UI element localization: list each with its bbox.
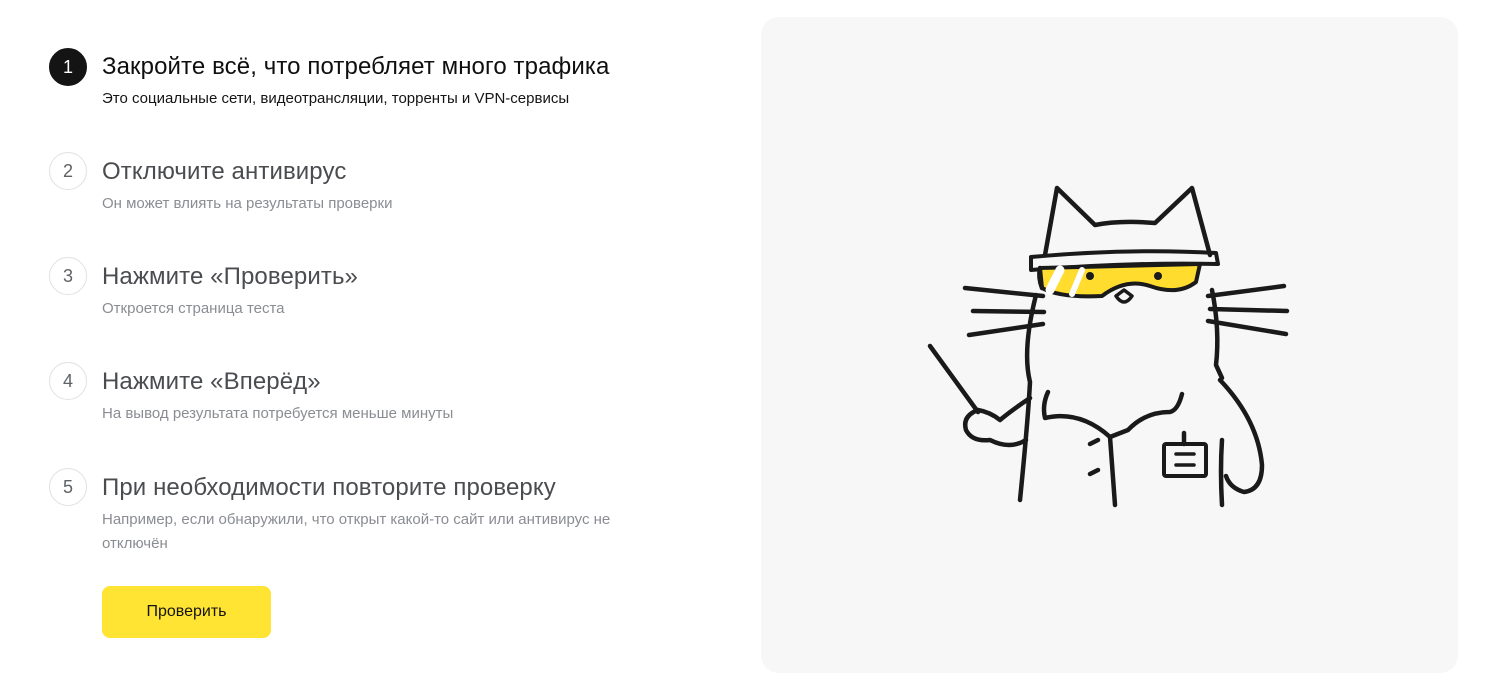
illustration-panel bbox=[761, 17, 1458, 673]
step-title: Нажмите «Проверить» bbox=[102, 263, 358, 290]
step-number-badge: 3 bbox=[49, 257, 87, 295]
step-description: На вывод результата потребуется меньше м… bbox=[102, 405, 454, 422]
step-description: Например, если обнаружили, что открыт ка… bbox=[102, 511, 611, 552]
step-3: 3 Нажмите «Проверить» Откроется страница… bbox=[48, 255, 742, 321]
step-description: Это социальные сети, видеотрансляции, то… bbox=[102, 90, 570, 107]
step-2: 2 Отключите антивирус Он может влиять на… bbox=[48, 150, 742, 216]
step-description: Откроется страница теста bbox=[102, 300, 285, 317]
step-4: 4 Нажмите «Вперёд» На вывод результата п… bbox=[48, 360, 742, 426]
step-title: Отключите антивирус bbox=[102, 158, 347, 185]
step-5: 5 При необходимости повторите проверку Н… bbox=[48, 466, 742, 556]
step-1: 1 Закройте всё, что потребляет много тра… bbox=[48, 46, 742, 111]
check-button[interactable]: Проверить bbox=[102, 586, 271, 638]
step-description: Он может влиять на результаты проверки bbox=[102, 195, 393, 212]
cat-scientist-illustration bbox=[927, 185, 1290, 508]
step-title: Нажмите «Вперёд» bbox=[102, 368, 321, 395]
step-number-badge: 4 bbox=[49, 362, 87, 400]
step-number-badge: 1 bbox=[49, 48, 87, 86]
step-number-badge: 5 bbox=[49, 468, 87, 506]
step-number-badge: 2 bbox=[49, 152, 87, 190]
step-title: Закройте всё, что потребляет много трафи… bbox=[102, 53, 610, 80]
step-title: При необходимости повторите проверку bbox=[102, 474, 556, 501]
